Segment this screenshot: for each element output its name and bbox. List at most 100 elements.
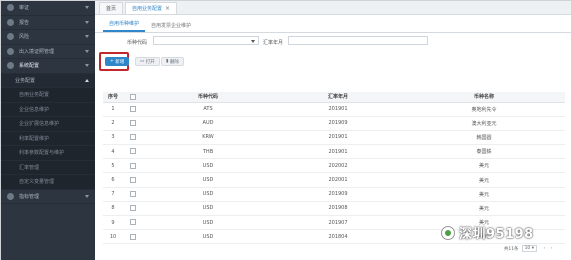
row-checkbox[interactable] bbox=[130, 190, 136, 197]
sidebar-item-system-config[interactable]: 系统配置 bbox=[1, 59, 95, 74]
cell-name: 奥地利先令 bbox=[403, 102, 565, 117]
row-checkbox[interactable] bbox=[130, 219, 136, 226]
row-checkbox[interactable] bbox=[130, 176, 136, 183]
cell-code: USD bbox=[143, 158, 273, 174]
sidebar-item-label: 审证 bbox=[19, 5, 30, 12]
new-button-label: 新增 bbox=[115, 59, 125, 65]
row-checkbox[interactable] bbox=[130, 120, 136, 127]
cell-month: 201804 bbox=[273, 229, 403, 245]
row-checkbox[interactable] bbox=[130, 148, 136, 155]
watermark-text: 深圳95198 bbox=[459, 227, 534, 242]
table-row[interactable]: 4 THB 201901 泰国铢 bbox=[103, 144, 565, 160]
table-row[interactable]: 8 USD 201908 美元 bbox=[103, 201, 565, 217]
cell-no: 10 bbox=[103, 229, 123, 245]
open-button[interactable]: ▭ 打开 bbox=[135, 57, 160, 66]
cell-month: 201901 bbox=[273, 130, 403, 146]
sub-tab-bar: 自用币种维护 自用发票企业维护 bbox=[95, 19, 571, 33]
cell-name: 美元 bbox=[403, 172, 565, 188]
row-checkbox[interactable] bbox=[130, 233, 136, 240]
sidebar-item-label: 企业扩展信息维护 bbox=[19, 121, 60, 128]
cell-select bbox=[123, 130, 143, 146]
tab-label: 自用业务配置 bbox=[132, 6, 163, 12]
row-checkbox[interactable] bbox=[130, 205, 136, 212]
sidebar-item-child[interactable]: 汇率管理 bbox=[1, 160, 95, 175]
new-button[interactable]: + 新增 bbox=[105, 57, 130, 66]
sidebar-item-label: 报告 bbox=[19, 19, 30, 26]
row-checkbox[interactable] bbox=[130, 105, 136, 112]
sidebar-item-indicators[interactable]: 指标管理 bbox=[1, 190, 95, 204]
cell-month: 202002 bbox=[273, 158, 403, 174]
sidebar-item-label: 企业信息维护 bbox=[19, 106, 50, 113]
sidebar-item-label: 利率配置维护 bbox=[19, 135, 50, 142]
cell-month: 201901 bbox=[273, 144, 403, 160]
chevron-up-icon bbox=[85, 78, 89, 82]
col-header-select bbox=[123, 92, 143, 103]
cell-no: 4 bbox=[103, 144, 123, 160]
cell-select bbox=[123, 158, 143, 174]
select-all-checkbox[interactable] bbox=[130, 93, 136, 100]
page-size-select[interactable]: 10 ▾ bbox=[521, 245, 537, 252]
subtab-label: 自用发票企业维护 bbox=[151, 23, 192, 29]
sidebar-item-label: 汇率管理 bbox=[19, 164, 40, 171]
cell-select bbox=[123, 215, 143, 231]
delete-button-label: 删除 bbox=[169, 59, 179, 65]
row-checkbox[interactable] bbox=[130, 162, 136, 169]
chevron-down-icon bbox=[251, 40, 255, 43]
cell-select bbox=[123, 144, 143, 160]
cell-month: 201907 bbox=[273, 215, 403, 231]
cell-name: 美元 bbox=[403, 158, 565, 174]
cell-name: 泰国铢 bbox=[403, 144, 565, 160]
month-input[interactable] bbox=[288, 36, 428, 45]
table-row[interactable]: 3 KRW 201901 韩国圆 bbox=[103, 130, 565, 146]
sidebar-item-child[interactable]: 利率参数配置与维护 bbox=[1, 146, 95, 161]
sidebar-item-business-config[interactable]: 业务配置 bbox=[1, 73, 95, 88]
cell-month: 202001 bbox=[273, 172, 403, 188]
row-checkbox[interactable] bbox=[130, 134, 136, 141]
currency-table: 序号 币种代码 汇率年月 币种名称 1 ATS 201901 奥地利先令 2 AUD 201… bbox=[103, 92, 565, 245]
cell-name: 韩国圆 bbox=[403, 130, 565, 146]
chevron-down-icon bbox=[85, 20, 89, 24]
prev-page-icon[interactable]: ‹ bbox=[542, 245, 547, 252]
cell-no: 7 bbox=[103, 187, 123, 202]
chevron-down-icon bbox=[85, 49, 89, 53]
close-icon[interactable]: × bbox=[165, 5, 170, 12]
sidebar-item-child[interactable]: 企业扩展信息维护 bbox=[1, 117, 95, 132]
tab-invoice-company[interactable]: 自用发票企业维护 bbox=[145, 22, 197, 32]
sidebar-item-baogao[interactable]: 报告 bbox=[1, 16, 95, 30]
total-count: 共11条 bbox=[503, 246, 519, 252]
sidebar-item-child[interactable]: 企业信息维护 bbox=[1, 102, 95, 117]
table-row[interactable]: 2 AUD 201909 澳大利亚元 bbox=[103, 116, 565, 131]
open-button-label: 打开 bbox=[145, 59, 155, 65]
sidebar-item-fengxian[interactable]: 风险 bbox=[1, 30, 95, 45]
cell-select bbox=[123, 116, 143, 131]
sidebar-item-label: 业务配置 bbox=[15, 77, 36, 84]
sidebar-item-shenzheng[interactable]: 审证 bbox=[1, 1, 95, 16]
table-row[interactable]: 7 USD 201909 美元 bbox=[103, 187, 565, 202]
next-page-icon[interactable]: › bbox=[549, 245, 554, 252]
tab-home[interactable]: 首页 bbox=[99, 2, 124, 14]
currency-select[interactable] bbox=[153, 36, 259, 45]
cell-select bbox=[123, 201, 143, 217]
sidebar-item-churujing[interactable]: 出入境证照管理 bbox=[1, 45, 95, 59]
chevron-down-icon bbox=[85, 64, 89, 68]
sidebar-item-label: 自用业务配置 bbox=[19, 92, 50, 99]
cell-select bbox=[123, 229, 143, 245]
cell-code: USD bbox=[143, 215, 273, 231]
table-row[interactable]: 6 USD 202001 美元 bbox=[103, 172, 565, 188]
table-row[interactable]: 1 ATS 201901 奥地利先令 bbox=[103, 102, 565, 117]
table-row[interactable]: 5 USD 202002 美元 bbox=[103, 158, 565, 174]
cell-month: 201908 bbox=[273, 201, 403, 217]
tab-business-config[interactable]: 自用业务配置 × bbox=[125, 2, 178, 14]
sidebar-item-child[interactable]: 自定义变量管理 bbox=[1, 175, 95, 190]
sidebar-item-child[interactable]: 利率配置维护 bbox=[1, 131, 95, 146]
cell-code: ATS bbox=[143, 102, 273, 117]
wechat-logo-icon bbox=[441, 225, 455, 240]
cell-select bbox=[123, 102, 143, 117]
tab-currency-maintenance[interactable]: 自用币种维护 bbox=[103, 20, 146, 32]
menu-icon bbox=[7, 47, 14, 55]
app-window: 审证 报告 风险 出入境证照管理 系统配置 业务配置 自用业务配置 企业信息维护… bbox=[0, 0, 571, 260]
delete-button[interactable]: ▮ 删除 bbox=[161, 57, 184, 66]
subtab-label: 自用币种维护 bbox=[109, 21, 140, 27]
sidebar-item-active[interactable]: 自用业务配置 bbox=[1, 88, 95, 103]
cell-select bbox=[123, 187, 143, 202]
